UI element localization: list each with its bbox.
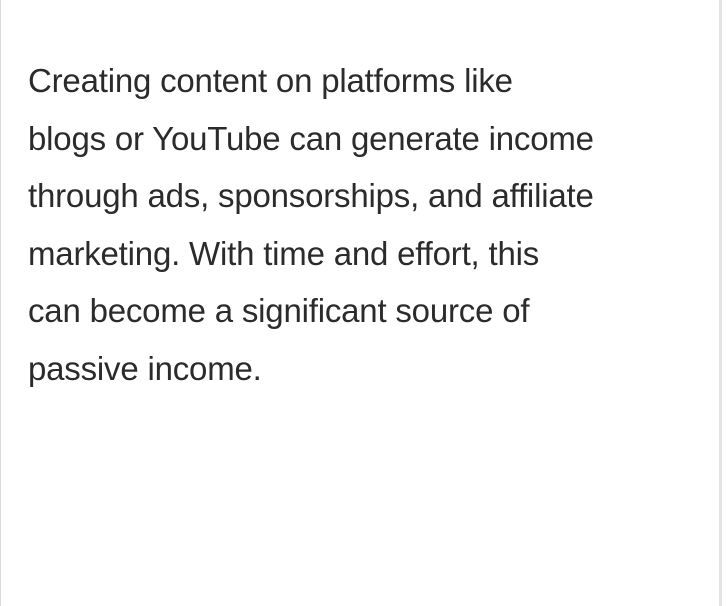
body-paragraph: Creating content on platforms like blogs…: [28, 52, 594, 397]
paragraph-line: can become a significant source of: [28, 292, 530, 329]
paragraph-line: through ads, sponsorships, and affiliate: [28, 177, 594, 214]
content-panel: Creating content on platforms like blogs…: [0, 0, 722, 606]
paragraph-line: blogs or YouTube can generate income: [28, 119, 594, 157]
paragraph-line: passive income.: [28, 349, 262, 387]
paragraph-line: Creating content on platforms like: [28, 62, 513, 99]
paragraph-line: marketing. With time and effort, this: [28, 234, 540, 272]
